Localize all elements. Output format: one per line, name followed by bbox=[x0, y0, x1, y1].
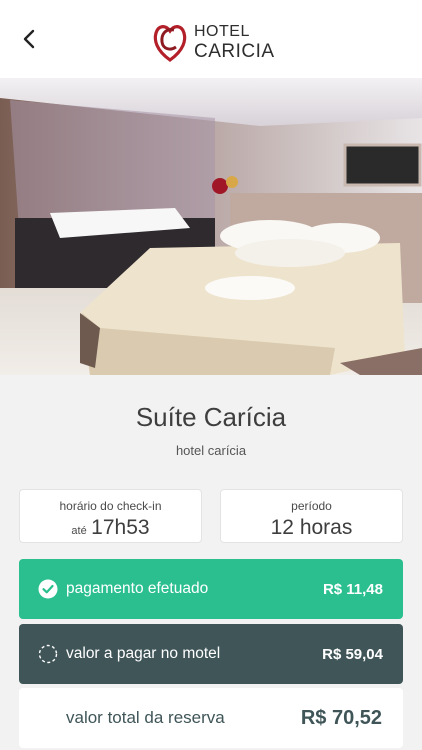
period-label: período bbox=[291, 499, 332, 513]
checkin-prefix: até bbox=[71, 525, 87, 537]
app-header: HOTEL CARICIA bbox=[0, 0, 422, 78]
total-label: valor total da reserva bbox=[66, 708, 225, 727]
dashed-circle-icon bbox=[38, 644, 58, 664]
checkin-card: horário do check-in até 17h53 bbox=[19, 489, 202, 543]
total-amount: R$ 70,52 bbox=[300, 706, 382, 729]
paid-amount: R$ 11,48 bbox=[322, 580, 383, 598]
paid-label: pagamento efetuado bbox=[66, 580, 209, 597]
check-circle-icon bbox=[38, 579, 58, 599]
due-row: valor a pagar no motel R$ 59,04 bbox=[19, 624, 403, 684]
due-amount: R$ 59,04 bbox=[322, 645, 383, 663]
hotel-name: hotel carícia bbox=[175, 443, 247, 458]
paid-row: pagamento efetuado R$ 11,48 bbox=[19, 559, 403, 619]
back-button[interactable] bbox=[14, 24, 44, 54]
total-row: valor total da reserva R$ 70,52 bbox=[19, 688, 403, 748]
period-card: período 12 horas bbox=[220, 489, 403, 543]
room-photo bbox=[0, 78, 422, 375]
logo-text-caricia: CARICIA bbox=[194, 40, 275, 62]
due-label: valor a pagar no motel bbox=[66, 645, 221, 662]
logo-text-hotel: HOTEL bbox=[194, 22, 250, 40]
room-title: Suíte Carícia bbox=[135, 402, 287, 432]
checkin-time: 17h53 bbox=[91, 516, 150, 539]
period-value: 12 horas bbox=[270, 516, 353, 539]
hotel-logo: HOTEL CARICIA bbox=[152, 20, 275, 64]
checkin-label: horário do check-in bbox=[59, 499, 162, 513]
heart-logo-icon bbox=[153, 25, 187, 62]
chevron-left-icon bbox=[23, 29, 35, 49]
